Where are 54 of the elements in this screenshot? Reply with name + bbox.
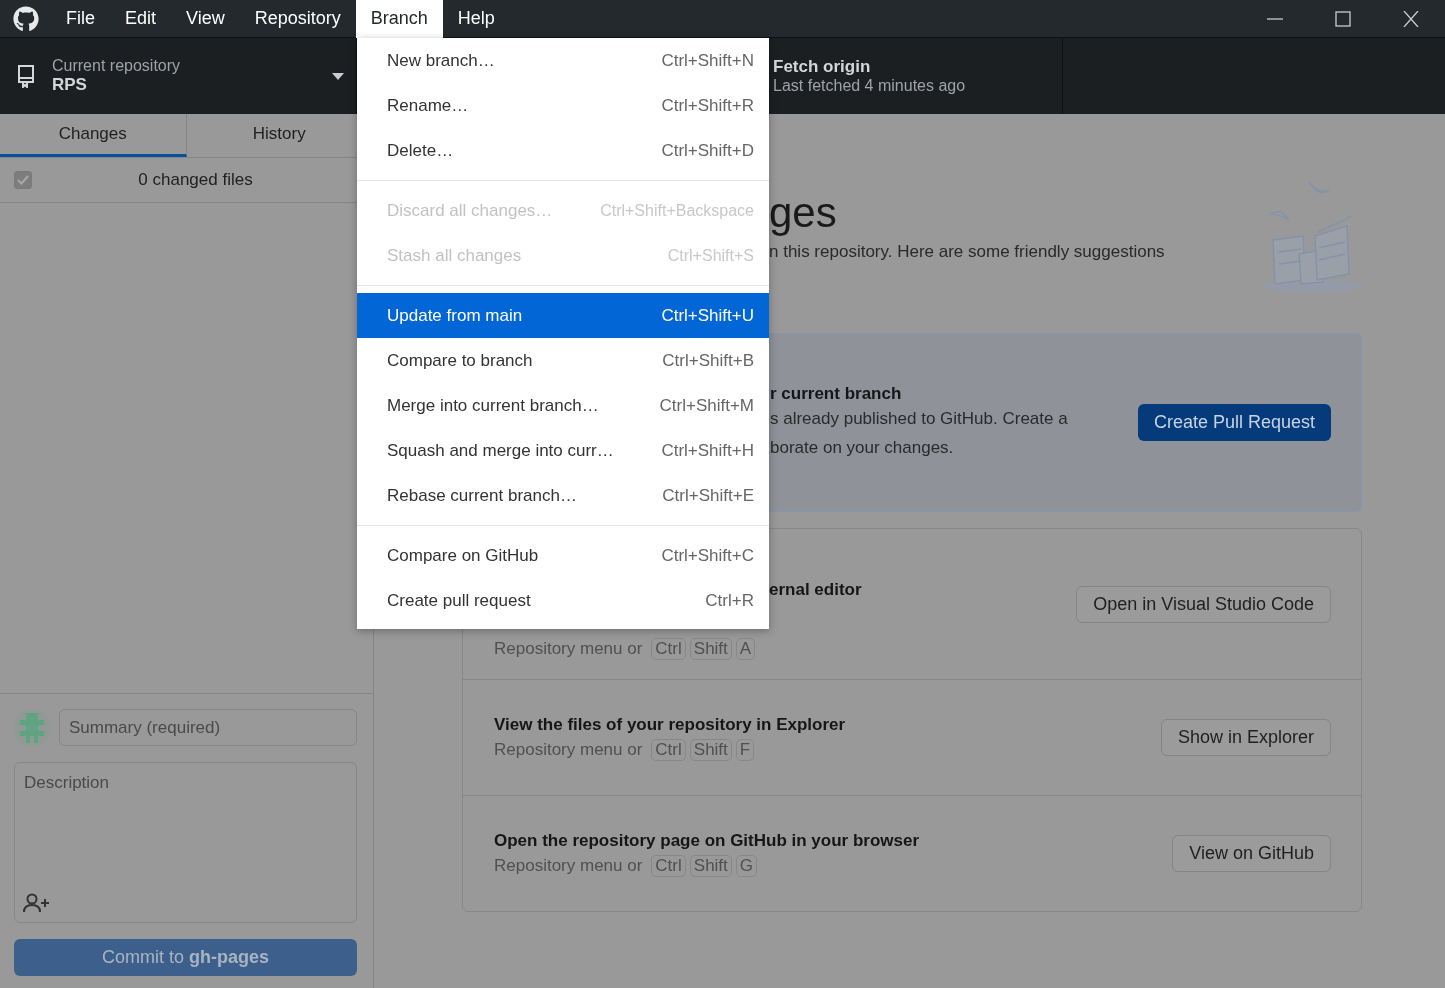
menu-item[interactable]: Compare on GitHub Ctrl+Shift+C [357,533,769,578]
keyboard-key: G [735,854,758,877]
toolbar-label: Current repository [52,57,182,75]
repository-icon [16,64,36,88]
page-subtitle: n this repository. Here are some friendly suggestions [769,242,1165,262]
keyboard-key: Shift [689,738,732,761]
menu-item[interactable]: New branch… Ctrl+Shift+N [357,38,769,83]
fetch-title[interactable]: Fetch origin [773,57,1062,77]
avatar [14,709,50,746]
menu-item[interactable]: Delete… Ctrl+Shift+D [357,128,769,173]
logo-icon [13,5,39,32]
menu-item[interactable]: Update from main Ctrl+Shift+U [357,293,769,338]
menu-bar-item[interactable]: Branch [355,0,443,38]
suggestion-text: s already published to GitHub. Create a [770,407,1069,430]
suggestion-hint: Repository menu or [494,739,643,760]
suggestion-hint: Repository menu or [494,855,643,876]
description-field[interactable]: Description [14,762,357,923]
menu-item[interactable]: Create pull request Ctrl+R [357,578,769,623]
menu-bar-item[interactable]: Repository [239,0,356,38]
fetch-status: Last fetched 4 minutes ago [773,77,967,95]
menu-bar-item[interactable]: View [171,0,240,38]
suggestion-button[interactable]: Open in Visual Studio Code [1076,585,1331,623]
suggestion-title: ernal editor [769,580,863,600]
menu-item[interactable]: Rebase current branch… Ctrl+Shift+E [357,473,769,518]
sidebar-tab[interactable]: Changes [0,114,187,157]
keyboard-key: Shift [689,638,732,660]
keyboard-key: Ctrl [651,638,686,660]
create-pull-request-button[interactable]: Create Pull Request [1137,404,1331,441]
repository-name[interactable]: RPS [52,75,316,95]
suggestion-hint: Repository menu or [494,639,643,659]
menu-bar-item[interactable]: File [51,0,110,38]
menu-bar-item[interactable]: Edit [110,0,172,38]
suggestion-button[interactable]: View on GitHub [1172,835,1331,872]
suggestion-text: borate on your changes. [770,436,955,459]
keyboard-key: Ctrl [651,854,686,877]
select-all-checkbox[interactable] [14,171,32,189]
changed-files-count: 0 changed files [137,170,254,190]
menu-item[interactable]: Rename… Ctrl+Shift+R [357,83,769,128]
keyboard-key: A [735,638,756,660]
page-heading: ges [769,188,838,238]
suggestion-title: r current branch [770,383,903,404]
menu-bar-item[interactable]: Help [442,0,510,38]
caret-icon[interactable] [332,72,344,80]
keyboard-key: F [735,738,755,761]
add-coauthor-icon[interactable] [23,893,51,913]
keyboard-key: Shift [689,854,732,877]
summary-field[interactable]: Summary (required) [59,709,357,746]
suggestion-title: Open the repository page on GitHub in your browser [494,830,921,851]
suggestion-title: View the files of your repository in Explorer [494,714,847,735]
menu-item[interactable]: Compare to branch Ctrl+Shift+B [357,338,769,383]
menu-item[interactable]: Merge into current branch… Ctrl+Shift+M [357,383,769,428]
suggestion-button[interactable]: Show in Explorer [1160,719,1331,756]
menu-item[interactable]: Squash and merge into curr… Ctrl+Shift+H [357,428,769,473]
keyboard-key: Ctrl [651,738,686,761]
